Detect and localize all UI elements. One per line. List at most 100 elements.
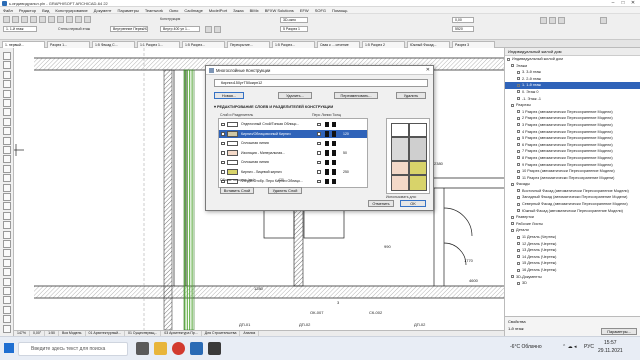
navigator-item[interactable]: 13 Деталь (Чертеж) <box>505 247 640 254</box>
menu-item[interactable]: EFW <box>297 7 312 14</box>
layer-core-checkbox[interactable] <box>317 179 321 183</box>
menu-item[interactable]: Параметры <box>115 7 142 14</box>
navigator-item[interactable]: Западный Фасад (автоматически Пересохран… <box>505 194 640 201</box>
toolbox-tool-icon[interactable] <box>3 89 11 98</box>
layer-visible-checkbox[interactable] <box>221 132 225 136</box>
navigator-item[interactable]: Северный Фасад (автоматически Пересохран… <box>505 201 640 208</box>
layer-visible-checkbox[interactable] <box>221 122 225 126</box>
layer-thickness[interactable]: 50 <box>343 149 365 158</box>
close-button[interactable]: ✕ <box>628 0 638 7</box>
view-tab[interactable]: 1:1 Разрез 1... <box>137 41 180 48</box>
navigator-item[interactable]: 2. 2-й этаж <box>505 76 640 83</box>
view-tab[interactable]: Южный Фасад... <box>407 41 450 48</box>
dialog-close-icon[interactable]: ✕ <box>426 66 430 75</box>
toolbox-tool-icon[interactable] <box>3 108 11 117</box>
layer-line-swatch[interactable] <box>332 140 336 146</box>
toolbox-tool-icon[interactable] <box>3 258 11 267</box>
cancel-button[interactable]: Отменить <box>368 200 394 207</box>
navigator-settings-button[interactable]: Параметры... <box>601 328 637 335</box>
windows-start-icon[interactable] <box>4 343 14 353</box>
layer-visible-checkbox[interactable] <box>221 160 225 164</box>
navigator-item[interactable]: Развертки <box>505 214 640 221</box>
toolbox-tool-icon[interactable] <box>3 240 11 248</box>
toolbox-tool-icon[interactable] <box>3 127 11 136</box>
view-tab[interactable]: 1:5 Разрез... <box>182 41 225 48</box>
navigator-item[interactable]: 4 Разрез (автоматически Пересохранение М… <box>505 129 640 136</box>
marquee-tool-icon[interactable] <box>12 16 19 23</box>
delete-layer-button[interactable]: Удалить Слой <box>268 187 302 194</box>
elevation-field[interactable]: 5520 <box>452 26 474 32</box>
ok-button[interactable]: OK <box>400 200 426 207</box>
view-tab[interactable]: 1:5 Разрез... <box>272 41 315 48</box>
clock-date[interactable]: 29.11.2021 <box>598 348 623 354</box>
menu-item[interactable]: Документ <box>91 7 115 14</box>
navigator-item[interactable]: 8 Разрез (автоматически Пересохранение М… <box>505 155 640 162</box>
navigator-item[interactable]: 14 Деталь (Чертеж) <box>505 254 640 261</box>
layer-line-swatch[interactable] <box>332 150 336 156</box>
structure-field[interactable]: Внутр 400 уп 1... <box>160 26 200 32</box>
menu-item[interactable]: Окно <box>166 7 181 14</box>
layer-fill-swatch[interactable] <box>227 121 238 127</box>
layer-fill-swatch[interactable] <box>227 159 238 165</box>
roof-tool-icon[interactable] <box>57 16 64 23</box>
section-field[interactable]: 5 Разрез 1 <box>280 26 308 32</box>
clock-time[interactable]: 15:57 <box>604 340 617 346</box>
menu-item[interactable]: CadImage <box>181 7 205 14</box>
navigator-item[interactable]: Рабочие Листы <box>505 221 640 228</box>
slab-tool-icon[interactable] <box>48 16 55 23</box>
wall-tool-icon[interactable] <box>21 16 28 23</box>
rename-composite-button[interactable]: Переименовать... <box>334 92 378 99</box>
column-tool-icon[interactable] <box>75 16 82 23</box>
view-tab[interactable]: 1. первый... <box>2 41 45 48</box>
language-indicator[interactable]: РУС <box>584 344 594 350</box>
menu-item[interactable]: BFXW Solutions <box>262 7 297 14</box>
door-tool-icon[interactable] <box>30 16 37 23</box>
layer-pen-swatch[interactable] <box>325 131 329 137</box>
toolbox-tool-icon[interactable] <box>3 268 11 277</box>
render-icon[interactable] <box>540 17 547 24</box>
toolbox-tool-icon[interactable] <box>3 221 11 230</box>
delete-composite-button[interactable]: Удалить... <box>278 92 312 99</box>
wall-direction-icon[interactable] <box>214 26 221 33</box>
toolbox-tool-icon[interactable] <box>3 305 11 314</box>
weather-status[interactable]: -6°C Облачно <box>510 344 542 350</box>
maximize-button[interactable]: □ <box>618 0 628 7</box>
navigator-item[interactable]: 16 Деталь (Чертеж) <box>505 267 640 274</box>
menu-item[interactable]: Помощь <box>329 7 350 14</box>
navigator-item[interactable]: 1 Разрез (автоматически Пересохранение М… <box>505 109 640 116</box>
layer-pen-swatch[interactable] <box>325 121 329 127</box>
file-explorer-icon[interactable] <box>154 342 167 355</box>
navigator-item[interactable]: 11 Деталь (Чертеж) <box>505 234 640 241</box>
toolbox-tool-icon[interactable] <box>3 277 11 286</box>
navigator-item[interactable]: 10 Разрез (автоматически Пересохранение … <box>505 168 640 175</box>
toolbox-tool-icon[interactable] <box>3 164 11 173</box>
layer-row[interactable]: Изоляция - Минеральная... 50 <box>219 149 367 158</box>
layer-visible-checkbox[interactable] <box>221 151 225 155</box>
layer-visible-checkbox[interactable] <box>221 141 225 145</box>
toolbox-tool-icon[interactable] <box>3 287 11 295</box>
navigator-item[interactable]: Детали <box>505 227 640 234</box>
toolbox-tool-icon[interactable] <box>3 230 11 239</box>
taskbar-search-input[interactable]: Введите здесь текст для поиска <box>18 342 128 356</box>
wall-geometry-icon[interactable] <box>205 26 212 33</box>
window-tool-icon[interactable] <box>39 16 46 23</box>
layer-pen-swatch[interactable] <box>325 178 329 184</box>
navigator-item[interactable]: 0. Этаж 0 <box>505 89 640 96</box>
navigator-item[interactable]: 15 Деталь (Чертеж) <box>505 260 640 267</box>
toolbox-tool-icon[interactable] <box>3 193 11 201</box>
layer-core-checkbox[interactable] <box>317 160 321 164</box>
layer-pen-swatch[interactable] <box>325 169 329 175</box>
layer-visible-checkbox[interactable] <box>221 170 225 174</box>
toolbox-tool-icon[interactable] <box>3 324 11 333</box>
layer-row[interactable]: Сплошная линия <box>219 139 367 148</box>
composite-name-field[interactable]: Кирпич150утТ50кирп12 <box>214 79 428 87</box>
layer-pen-swatch[interactable] <box>325 140 329 146</box>
minimize-button[interactable]: – <box>608 0 618 7</box>
layer-settings-icon[interactable] <box>558 17 565 24</box>
toolbox-tool-icon[interactable] <box>3 80 11 89</box>
stair-tool-icon[interactable] <box>66 16 73 23</box>
layer-core-checkbox[interactable] <box>317 141 321 145</box>
toolbox-tool-icon[interactable] <box>3 155 11 164</box>
navigator-item[interactable]: 7 Разрез (автоматически Пересохранение М… <box>505 148 640 155</box>
navigator-item[interactable]: 2 Разрез (автоматически Пересохранение М… <box>505 115 640 122</box>
